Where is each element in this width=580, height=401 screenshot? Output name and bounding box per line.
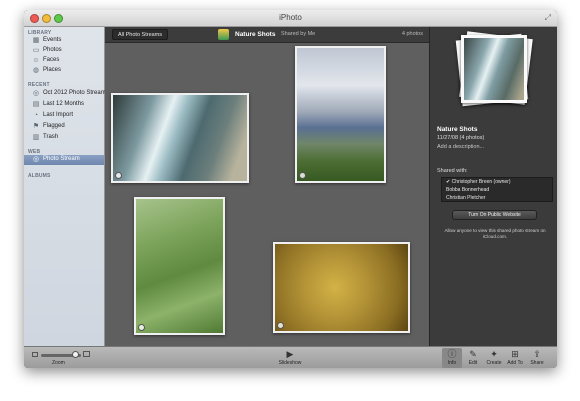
photos-icon: ▭: [32, 47, 40, 54]
share-icon: ⇪: [533, 349, 541, 359]
play-icon: ▶: [286, 349, 294, 359]
shared-with-entry[interactable]: Christian Pletcher: [442, 194, 552, 202]
photo-stream-icon: ◎: [32, 90, 40, 97]
shared-with-entry[interactable]: ✔ Christopher Breen (owner): [442, 178, 552, 186]
photo-thumbnail-waterfall[interactable]: [111, 93, 249, 183]
album-preview-stack: [455, 31, 533, 111]
sidebar-item-photos[interactable]: ▭ Photos: [24, 46, 104, 56]
sidebar-item-places[interactable]: ◍ Places: [24, 66, 104, 76]
title-bar: iPhoto ⤢: [24, 10, 557, 27]
stream-badge-icon: [115, 172, 122, 179]
sidebar-item-events[interactable]: ▦ Events: [24, 36, 104, 46]
turn-on-public-website-button[interactable]: Turn On Public Website: [452, 210, 537, 220]
slideshow-button[interactable]: ▶ Slideshow: [279, 348, 302, 368]
sidebar-item-label: Events: [43, 37, 62, 43]
description-field[interactable]: Add a description...: [437, 144, 484, 150]
sidebar-item-faces[interactable]: ☺ Faces: [24, 56, 104, 66]
sidebar-item-label: Photos: [43, 47, 62, 53]
share-button[interactable]: ⇪ Share: [527, 348, 547, 368]
flag-icon: ⚑: [32, 123, 40, 130]
shared-by-label: Shared by Me: [281, 31, 316, 37]
public-website-note: Allow anyone to view this shared photo s…: [444, 228, 546, 240]
photo-stream-icon: ◎: [32, 156, 40, 163]
all-photo-streams-button[interactable]: All Photo Streams: [112, 29, 169, 40]
sidebar-item-trash[interactable]: ▥ Trash: [24, 133, 104, 143]
photo-count: 4 photos: [401, 31, 423, 37]
sidebar-item-label: Flagged: [43, 123, 65, 129]
sidebar-item-last-12-months[interactable]: ▤ Last 12 Months: [24, 100, 104, 110]
calendar-icon: ▤: [32, 101, 40, 108]
sidebar-item-label: Places: [43, 67, 62, 73]
places-icon: ◍: [32, 67, 40, 74]
info-panel: Nature Shots 11/27/08 (4 photos) Add a d…: [429, 27, 557, 346]
trash-icon: ▥: [32, 134, 40, 141]
slideshow-label: Slideshow: [278, 360, 302, 366]
info-album-title: Nature Shots: [437, 126, 478, 133]
sidebar: LIBRARY ▦ Events ▭ Photos ☺ Faces ◍ Plac…: [24, 27, 106, 346]
bottom-toolbar: Zoom ▶ Slideshow ⓘ Info ✎ Edit ✦ Create …: [24, 346, 557, 368]
window-title: iPhoto: [279, 13, 302, 22]
sidebar-item-label: Last Import: [43, 112, 74, 118]
iphoto-window: iPhoto ⤢ LIBRARY ▦ Events ▭ Photos ☺ Fac…: [24, 10, 557, 368]
plus-icon: ⊞: [511, 349, 519, 359]
shared-with-list[interactable]: ✔ Christopher Breen (owner) Bobba Bonner…: [441, 177, 553, 202]
sidebar-item-oct-2012-photo-stream[interactable]: ◎ Oct 2012 Photo Stream: [24, 89, 106, 99]
sidebar-item-label: Last 12 Months: [43, 101, 85, 107]
photo-grid: [105, 43, 429, 346]
stream-badge-icon: [277, 322, 284, 329]
sidebar-item-flagged[interactable]: ⚑ Flagged: [24, 122, 104, 132]
info-album-date: 11/27/08 (4 photos): [437, 135, 485, 141]
share-label: Share: [530, 360, 544, 366]
sidebar-item-label: Photo Stream: [43, 156, 80, 162]
zoom-out-icon[interactable]: [32, 352, 38, 357]
zoom-slider-knob[interactable]: [72, 351, 79, 358]
photo-thumbnail-cactus-closeup[interactable]: [273, 242, 410, 333]
faces-icon: ☺: [32, 57, 40, 64]
photo-thumbnail-mountains[interactable]: [295, 46, 386, 183]
sidebar-item-label: Trash: [43, 134, 59, 140]
shared-with-entry[interactable]: Bobba Bonnerhead: [442, 186, 552, 194]
import-icon: ◔: [33, 112, 39, 119]
pencil-icon: ✎: [469, 349, 477, 359]
zoom-label: Zoom: [52, 360, 65, 366]
events-icon: ▦: [32, 37, 40, 44]
create-icon: ✦: [490, 349, 498, 359]
zoom-in-icon[interactable]: [83, 351, 90, 357]
stream-badge-icon: [138, 324, 145, 331]
sidebar-item-label: Oct 2012 Photo Stream: [43, 90, 106, 96]
shared-stream-icon: [218, 29, 229, 40]
content-header: All Photo Streams Nature Shots Shared by…: [105, 27, 429, 43]
album-title: Nature Shots: [235, 31, 276, 38]
photo-thumbnail-cactus[interactable]: [134, 197, 225, 335]
shared-with-label: Shared with:: [437, 168, 468, 174]
info-icon: ⓘ: [447, 349, 457, 359]
section-header-recent: RECENT: [28, 82, 50, 88]
sidebar-item-photo-stream[interactable]: ◎ Photo Stream: [24, 155, 104, 165]
stream-badge-icon: [299, 172, 306, 179]
section-header-albums: ALBUMS: [28, 173, 51, 179]
sidebar-item-label: Faces: [43, 57, 60, 63]
sidebar-item-last-import[interactable]: ◔ Last Import: [24, 111, 104, 121]
fullscreen-icon[interactable]: ⤢: [545, 13, 551, 23]
